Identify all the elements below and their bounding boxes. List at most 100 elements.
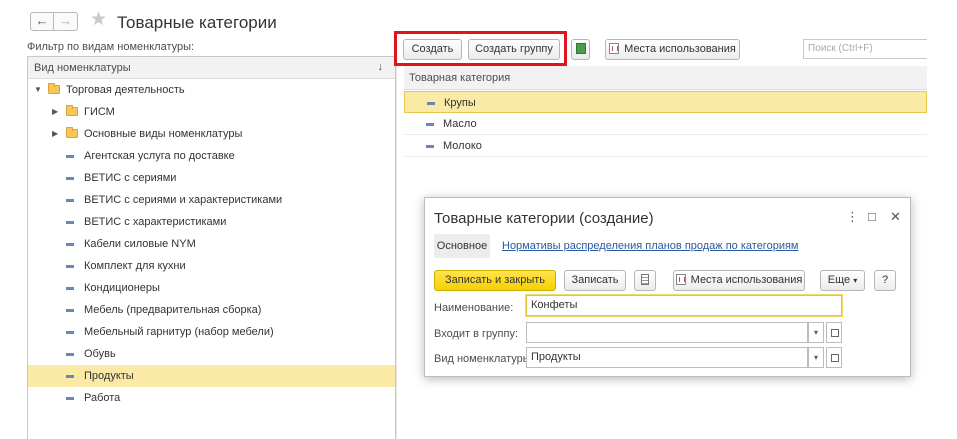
tree-row[interactable]: ВЕТИС с сериями и характеристиками bbox=[28, 189, 395, 211]
dialog-usage-places-label: Места использования bbox=[690, 274, 803, 286]
item-icon bbox=[66, 331, 74, 334]
kind-open-button[interactable] bbox=[826, 347, 842, 368]
group-field[interactable] bbox=[526, 322, 808, 343]
tab-sales-plan-norms[interactable]: Нормативы распределения планов продаж по… bbox=[502, 240, 798, 252]
kind-field[interactable]: Продукты bbox=[526, 347, 808, 368]
forward-button[interactable]: → bbox=[54, 12, 78, 31]
item-icon bbox=[66, 397, 74, 400]
item-icon bbox=[66, 243, 74, 246]
tree-row-label: Основные виды номенклатуры bbox=[84, 128, 243, 140]
save-button[interactable]: Записать bbox=[564, 270, 626, 291]
item-icon bbox=[426, 145, 434, 148]
collapsed-caret-icon[interactable]: ▶ bbox=[52, 123, 58, 145]
dialog-title: Товарные категории (создание) bbox=[434, 210, 654, 227]
export-excel-button[interactable] bbox=[571, 39, 590, 60]
tree-row-label: ВЕТИС с характеристиками bbox=[84, 216, 227, 228]
item-icon bbox=[66, 177, 74, 180]
favorite-star-icon[interactable]: ★ bbox=[90, 10, 107, 30]
tree-row[interactable]: Обувь bbox=[28, 343, 395, 365]
tree-row-label: Агентская услуга по доставке bbox=[84, 150, 235, 162]
tree-row[interactable]: ВЕТИС с характеристиками bbox=[28, 211, 395, 233]
page-title: Товарные категории bbox=[117, 13, 277, 32]
tree-row[interactable]: Мебельный гарнитур (набор мебели) bbox=[28, 321, 395, 343]
help-button[interactable]: ? bbox=[874, 270, 896, 291]
search-input[interactable]: Поиск (Ctrl+F) bbox=[803, 39, 927, 59]
item-icon bbox=[66, 287, 74, 290]
more-actions-icon[interactable]: ⋮ bbox=[846, 210, 859, 224]
group-dropdown-button[interactable]: ▾ bbox=[808, 322, 824, 343]
back-button[interactable]: ← bbox=[30, 12, 54, 31]
tree-header[interactable]: Вид номенклатуры ↓ bbox=[28, 57, 395, 79]
list-item-label: Масло bbox=[443, 118, 477, 130]
document-icon-button[interactable] bbox=[634, 270, 656, 291]
folder-icon bbox=[48, 83, 60, 94]
tree-row[interactable]: ▶ Основные виды номенклатуры bbox=[28, 123, 395, 145]
item-icon bbox=[66, 309, 74, 312]
item-icon bbox=[66, 353, 74, 356]
tree-row-label: Кабели силовые NYM bbox=[84, 238, 196, 250]
tree-row-label: Мебель (предварительная сборка) bbox=[84, 304, 262, 316]
usage-places-button[interactable]: Места использования bbox=[605, 39, 740, 60]
category-list[interactable]: Товарная категория Крупы Масло Молоко bbox=[404, 66, 927, 158]
kind-label: Вид номенклатуры: bbox=[434, 353, 534, 365]
sort-arrow-icon[interactable]: ↓ bbox=[378, 61, 384, 73]
tree-row[interactable]: Кабели силовые NYM bbox=[28, 233, 395, 255]
list-item-label: Молоко bbox=[443, 140, 482, 152]
tree-header-label: Вид номенклатуры bbox=[34, 62, 131, 74]
item-icon bbox=[426, 123, 434, 126]
filter-label: Фильтр по видам номенклатуры: bbox=[27, 41, 195, 53]
folder-icon bbox=[66, 105, 78, 116]
tree-row[interactable]: Работа bbox=[28, 387, 395, 409]
name-field[interactable]: Конфеты bbox=[526, 295, 842, 316]
tab-main[interactable]: Основное bbox=[434, 234, 490, 258]
item-icon bbox=[66, 375, 74, 378]
name-label: Наименование: bbox=[434, 302, 514, 314]
dialog-usage-places-button[interactable]: Места использования bbox=[673, 270, 805, 291]
tree-row-label: ВЕТИС с сериями и характеристиками bbox=[84, 194, 283, 206]
highlight-frame bbox=[394, 31, 567, 66]
maximize-icon[interactable]: □ bbox=[868, 210, 876, 224]
list-item[interactable]: Молоко bbox=[404, 135, 927, 157]
folder-icon bbox=[66, 127, 78, 138]
tree-row[interactable]: Мебель (предварительная сборка) bbox=[28, 299, 395, 321]
tree-row-label: Продукты bbox=[84, 370, 134, 382]
usage-places-icon bbox=[609, 43, 620, 54]
category-list-header[interactable]: Товарная категория bbox=[404, 66, 927, 90]
tree-row[interactable]: Комплект для кухни bbox=[28, 255, 395, 277]
document-icon bbox=[641, 274, 649, 285]
item-icon bbox=[66, 199, 74, 202]
tree-row-label: Кондиционеры bbox=[84, 282, 160, 294]
kind-dropdown-button[interactable]: ▾ bbox=[808, 347, 824, 368]
more-button[interactable]: Еще ▾ bbox=[820, 270, 865, 291]
more-label: Еще bbox=[827, 274, 851, 286]
tree-row[interactable]: Продукты bbox=[28, 365, 395, 387]
tree-row-label: ГИСМ bbox=[84, 106, 115, 118]
nomenclature-kind-tree[interactable]: Вид номенклатуры ↓ ▼ Торговая деятельност… bbox=[27, 56, 396, 439]
expanded-caret-icon[interactable]: ▼ bbox=[34, 79, 42, 101]
tree-row[interactable]: Агентская услуга по доставке bbox=[28, 145, 395, 167]
tree-row[interactable]: ▼ Торговая деятельность bbox=[28, 79, 395, 101]
tree-row[interactable]: ▶ ГИСМ bbox=[28, 101, 395, 123]
item-icon bbox=[66, 265, 74, 268]
panel-splitter[interactable] bbox=[396, 56, 404, 439]
group-label: Входит в группу: bbox=[434, 328, 518, 340]
collapsed-caret-icon[interactable]: ▶ bbox=[52, 101, 58, 123]
tree-row-label: Обувь bbox=[84, 348, 116, 360]
excel-icon bbox=[575, 43, 586, 54]
tree-row-label: Мебельный гарнитур (набор мебели) bbox=[84, 326, 274, 338]
group-open-button[interactable] bbox=[826, 322, 842, 343]
tree-row-label: Комплект для кухни bbox=[84, 260, 186, 272]
tree-row[interactable]: Кондиционеры bbox=[28, 277, 395, 299]
list-item-label: Крупы bbox=[444, 97, 476, 109]
tree-row-label: Торговая деятельность bbox=[66, 84, 185, 96]
create-category-dialog: Товарные категории (создание) ⋮ □ ✕ Осно… bbox=[424, 197, 911, 377]
tree-row[interactable]: ВЕТИС с сериями bbox=[28, 167, 395, 189]
usage-places-label: Места использования bbox=[624, 43, 736, 55]
item-icon bbox=[427, 102, 435, 105]
list-item[interactable]: Крупы bbox=[404, 91, 927, 113]
tree-row-label: ВЕТИС с сериями bbox=[84, 172, 177, 184]
list-item[interactable]: Масло bbox=[404, 113, 927, 135]
item-icon bbox=[66, 155, 74, 158]
save-and-close-button[interactable]: Записать и закрыть bbox=[434, 270, 556, 291]
close-icon[interactable]: ✕ bbox=[890, 210, 901, 224]
